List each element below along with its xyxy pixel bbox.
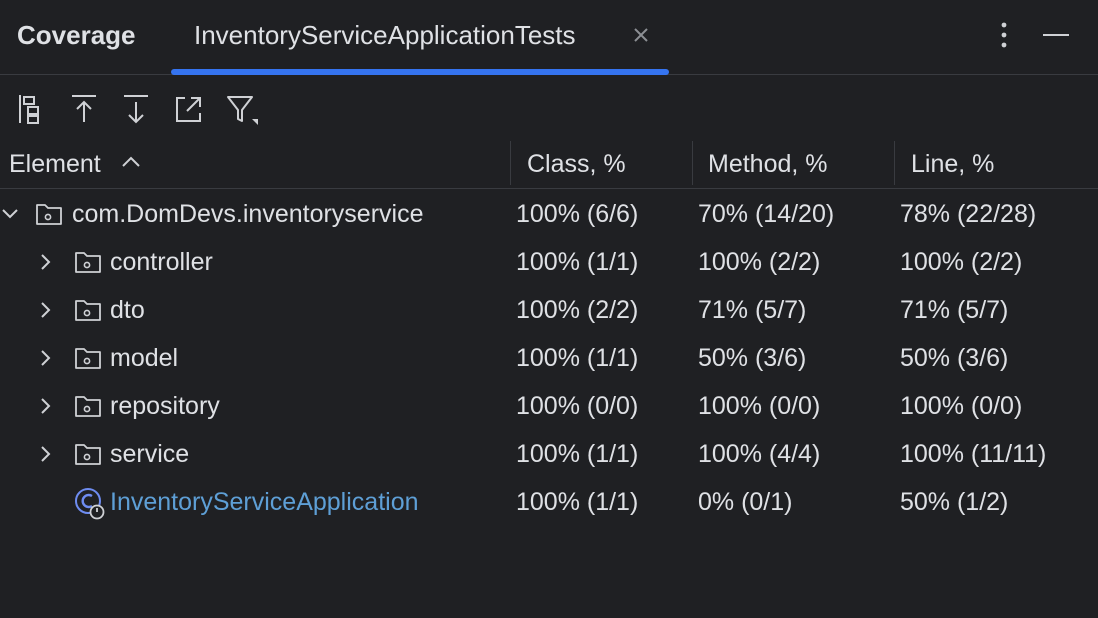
- class-coverage: 100% (6/6): [516, 200, 639, 228]
- column-divider[interactable]: [510, 141, 511, 185]
- tab-label: InventoryServiceApplicationTests: [194, 20, 576, 50]
- column-header-line[interactable]: Line, %: [911, 150, 994, 179]
- element-name: repository: [110, 392, 220, 420]
- tab-inventory-service-application-tests[interactable]: InventoryServiceApplicationTests: [171, 0, 669, 75]
- package-folder-icon: [75, 252, 101, 273]
- coverage-toolbar: [0, 75, 1098, 141]
- method-coverage: 100% (2/2): [698, 248, 821, 276]
- table-header: Element Class, % Method, % Line, %: [0, 141, 1098, 189]
- table-row[interactable]: controller 100% (1/1) 100% (2/2) 100% (2…: [0, 238, 1098, 286]
- class-coverage: 100% (0/0): [516, 392, 639, 420]
- table-row[interactable]: model 100% (1/1) 50% (3/6) 50% (3/6): [0, 334, 1098, 382]
- package-folder-icon: [36, 204, 62, 225]
- method-coverage: 100% (4/4): [698, 440, 821, 468]
- package-folder-icon: [75, 444, 101, 465]
- export-icon[interactable]: [170, 91, 206, 127]
- navigate-down-icon[interactable]: [118, 91, 154, 127]
- chevron-right-icon[interactable]: [36, 347, 56, 369]
- chevron-right-icon[interactable]: [36, 443, 56, 465]
- class-coverage: 100% (1/1): [516, 344, 639, 372]
- class-coverage: 100% (2/2): [516, 296, 639, 324]
- method-coverage: 71% (5/7): [698, 296, 807, 324]
- table-row[interactable]: service 100% (1/1) 100% (4/4) 100% (11/1…: [0, 430, 1098, 478]
- line-coverage: 100% (2/2): [900, 248, 1023, 276]
- line-coverage: 50% (3/6): [900, 344, 1009, 372]
- tool-window-title: Coverage: [17, 20, 136, 50]
- line-coverage: 100% (11/11): [900, 440, 1047, 468]
- navigate-up-icon[interactable]: [66, 91, 102, 127]
- chevron-down-icon[interactable]: [0, 203, 20, 225]
- line-coverage: 71% (5/7): [900, 296, 1009, 324]
- column-header-method[interactable]: Method, %: [708, 150, 828, 179]
- line-coverage: 100% (0/0): [900, 392, 1023, 420]
- element-name: model: [110, 344, 179, 372]
- class-coverage: 100% (1/1): [516, 248, 639, 276]
- element-name: service: [110, 440, 190, 468]
- chevron-right-icon[interactable]: [36, 395, 56, 417]
- more-options-icon[interactable]: [993, 20, 1015, 50]
- element-name: controller: [110, 248, 213, 276]
- element-name: InventoryServiceApplication: [110, 488, 419, 516]
- column-divider[interactable]: [692, 141, 693, 185]
- table-row[interactable]: com.DomDevs.inventoryservice 100% (6/6) …: [0, 190, 1098, 238]
- sort-ascending-icon[interactable]: [120, 153, 142, 169]
- close-icon[interactable]: [630, 24, 652, 46]
- column-header-element[interactable]: Element: [9, 150, 101, 179]
- spring-boot-application-class-icon: [75, 488, 105, 520]
- element-name: com.DomDevs.inventoryservice: [72, 200, 424, 228]
- method-coverage: 50% (3/6): [698, 344, 807, 372]
- package-folder-icon: [75, 396, 101, 417]
- table-row[interactable]: dto 100% (2/2) 71% (5/7) 71% (5/7): [0, 286, 1098, 334]
- flatten-packages-icon[interactable]: [14, 91, 50, 127]
- class-coverage: 100% (1/1): [516, 488, 639, 516]
- package-folder-icon: [75, 348, 101, 369]
- method-coverage: 70% (14/20): [698, 200, 835, 228]
- table-row[interactable]: InventoryServiceApplication 100% (1/1) 0…: [0, 478, 1098, 526]
- method-coverage: 0% (0/1): [698, 488, 793, 516]
- class-coverage: 100% (1/1): [516, 440, 639, 468]
- column-divider[interactable]: [894, 141, 895, 185]
- chevron-right-icon[interactable]: [36, 251, 56, 273]
- line-coverage: 78% (22/28): [900, 200, 1037, 228]
- chevron-right-icon[interactable]: [36, 299, 56, 321]
- column-header-class[interactable]: Class, %: [527, 150, 626, 179]
- line-coverage: 50% (1/2): [900, 488, 1009, 516]
- package-folder-icon: [75, 300, 101, 321]
- table-row[interactable]: repository 100% (0/0) 100% (0/0) 100% (0…: [0, 382, 1098, 430]
- tool-window-header: Coverage InventoryServiceApplicationTest…: [0, 0, 1098, 75]
- method-coverage: 100% (0/0): [698, 392, 821, 420]
- minimize-icon[interactable]: [1040, 22, 1072, 48]
- element-name: dto: [110, 296, 145, 324]
- filter-icon[interactable]: [222, 91, 258, 127]
